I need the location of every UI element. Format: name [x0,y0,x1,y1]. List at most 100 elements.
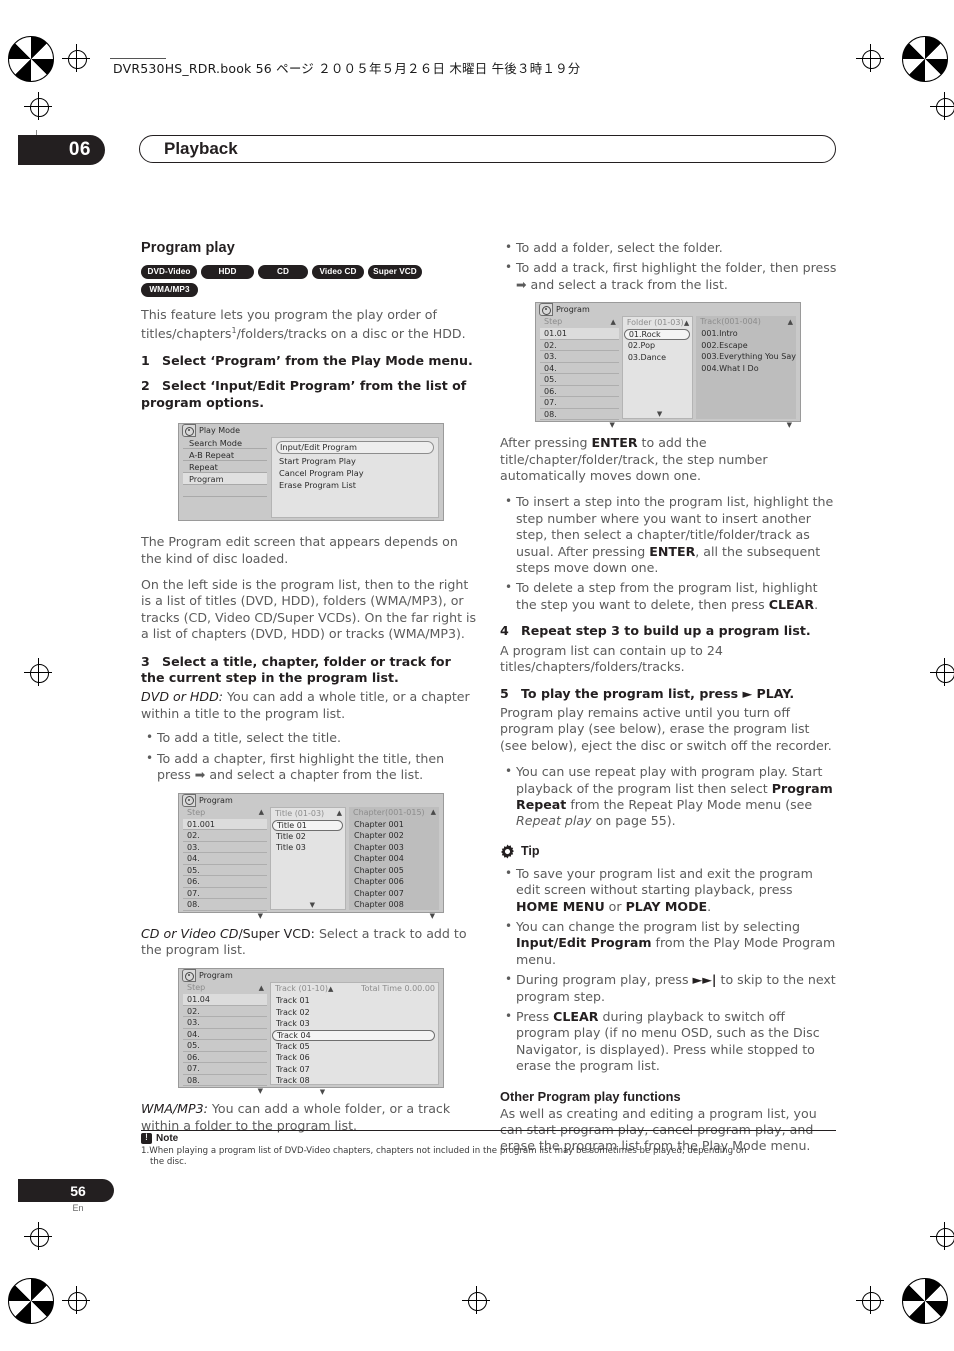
table-row[interactable]: 04. [183,853,267,865]
list-item[interactable]: 01.Rock [623,329,691,341]
caret-down-icon[interactable]: ▼ [609,422,614,429]
bullet-list-dvd: To add a title, select the title. To add… [141,729,478,783]
column-header-step: Step ▲ [540,316,619,328]
play-mode-options-panel: Input/Edit Program Start Program Play Ca… [271,437,439,519]
table-row[interactable]: 01.001 [183,818,267,830]
table-row[interactable]: 02. [183,830,267,842]
step-3-number: 3 [141,653,150,669]
table-row[interactable]: 08. [183,899,267,911]
table-row[interactable]: 04. [183,1029,267,1041]
menu-item-search-mode[interactable]: Search Mode [183,437,267,450]
caret-down-icon[interactable]: ▼ [430,912,435,920]
table-row[interactable]: 02. [540,340,619,352]
list-item[interactable]: Title 03 [271,842,345,854]
caret-up-icon[interactable]: ▲ [610,318,615,326]
caret-down-icon[interactable]: ▼ [310,901,315,909]
list-item: To add a track, first highlight the fold… [505,259,837,293]
table-row[interactable]: 03. [540,351,619,363]
caret-up-icon[interactable]: ▲ [259,984,264,992]
list-item[interactable]: Chapter 001 [349,819,439,831]
caret-down-icon[interactable]: ▼ [258,1088,263,1095]
caret-up-icon[interactable]: ▲ [328,985,333,993]
caret-up-icon[interactable]: ▲ [259,809,264,816]
table-row[interactable]: 05. [540,374,619,386]
list-item[interactable]: Chapter 007 [349,888,439,900]
caret-down-icon[interactable]: ▼ [657,411,662,418]
column-header-step: Step ▲ [183,807,267,819]
table-row[interactable]: 07. [540,397,619,409]
list-item[interactable]: Chapter 008 [349,899,439,911]
caret-down-icon[interactable]: ▼ [258,912,263,920]
registration-mark-bottom-left [8,1278,54,1324]
menu-item-program[interactable]: Program [183,473,267,486]
column-header-track: Track (01-10) ▲ Total Time 0.00.00 [271,983,438,995]
table-row[interactable]: 06. [540,386,619,398]
list-item[interactable]: Track 06 [271,1052,438,1064]
table-row[interactable]: 06. [183,1052,267,1064]
list-item[interactable]: Track 01 [271,995,438,1007]
column-footer-folder: ▼ [623,409,692,420]
crop-mark-top-left [62,44,90,72]
program-osd-cd: Program Step ▲ 01.04 02. 03. 04. 05. 06. … [178,968,444,1095]
list-item[interactable]: Track 03 [271,1018,438,1030]
table-row[interactable]: 01.01 [540,328,619,340]
osd-titlebar: Program [179,793,443,807]
track-column: Track(001-004) ▲ 001.Intro 002.Escape 003… [696,316,796,429]
list-item[interactable]: Title 01 [272,819,343,831]
table-row[interactable]: 04. [540,363,619,375]
option-input-edit-program[interactable]: Input/Edit Program [276,441,434,455]
caret-up-icon[interactable]: ▲ [684,319,689,327]
caret-up-icon[interactable]: ▲ [337,810,342,817]
menu-item-repeat[interactable]: Repeat [183,461,267,474]
list-item[interactable]: Track 05 [271,1041,438,1053]
list-item[interactable]: Title 02 [271,831,345,843]
list-item[interactable]: 004.What I Do [696,363,796,375]
table-row[interactable]: 07. [183,1063,267,1075]
step-column: Step ▲ 01.001 02. 03. 04. 05. 06. 07. 08.… [183,807,267,919]
list-item[interactable]: 001.Intro [696,328,796,340]
list-item[interactable]: 003.Everything You Say [696,351,796,363]
list-item[interactable]: Chapter 002 [349,830,439,842]
intro-text-rest: /folders/tracks on a disc or the HDD. [236,326,466,342]
column-header-chapter: Chapter(001-015) ▲ [349,807,439,819]
table-row[interactable]: 08. [183,1075,267,1087]
list-item[interactable]: Chapter 005 [349,865,439,877]
list-item[interactable]: Chapter 003 [349,842,439,854]
option-cancel-program-play[interactable]: Cancel Program Play [276,467,434,479]
table-row[interactable]: 03. [183,842,267,853]
osd-content: Step ▲ 01.04 02. 03. 04. 05. 06. 07. 08. … [179,982,443,1095]
menu-item-blank-1 [183,485,267,498]
caret-down-icon[interactable]: ▼ [787,422,792,429]
menu-item-ab-repeat[interactable]: A-B Repeat [183,449,267,462]
table-row[interactable]: 03. [183,1017,267,1029]
option-erase-program-list[interactable]: Erase Program List [276,479,434,491]
table-row[interactable]: 08. [540,409,619,421]
list-item[interactable]: 03.Dance [623,352,692,364]
list-item[interactable]: 002.Escape [696,340,796,352]
list-item[interactable]: Track 02 [271,1007,438,1019]
table-row[interactable]: 05. [183,865,267,876]
table-row[interactable]: 01.04 [183,994,267,1006]
caret-down-icon[interactable]: ▼ [320,1088,325,1096]
paragraph-cd: CD or Video CD/Super VCD: Select a track… [141,926,478,959]
chapter-column: Chapter(001-015) ▲ Chapter 001 Chapter 00… [349,806,439,919]
note-icon [141,1133,152,1145]
table-row[interactable]: 05. [183,1040,267,1052]
option-start-program-play[interactable]: Start Program Play [276,455,434,467]
table-row[interactable]: 07. [183,888,267,899]
list-item[interactable]: Track 07 [271,1064,438,1076]
list-item[interactable]: Track 08 [271,1075,438,1087]
wma-label: WMA/MP3: [141,1101,208,1117]
caret-up-icon[interactable]: ▲ [788,318,793,326]
caret-up-icon[interactable]: ▲ [431,809,436,816]
list-item[interactable]: Chapter 006 [349,876,439,888]
list-item[interactable]: Chapter 004 [349,853,439,865]
table-row[interactable]: 02. [183,1006,267,1018]
cross-ref-repeat-play: Repeat play [516,813,592,829]
step-5-number: 5 [500,685,509,701]
list-item[interactable]: Track 04 [272,1029,435,1041]
list-item[interactable]: 02.Pop [623,340,692,352]
crop-mark-right-lower [930,1222,954,1250]
table-row[interactable]: 06. [183,876,267,888]
page-language: En [72,1203,84,1213]
